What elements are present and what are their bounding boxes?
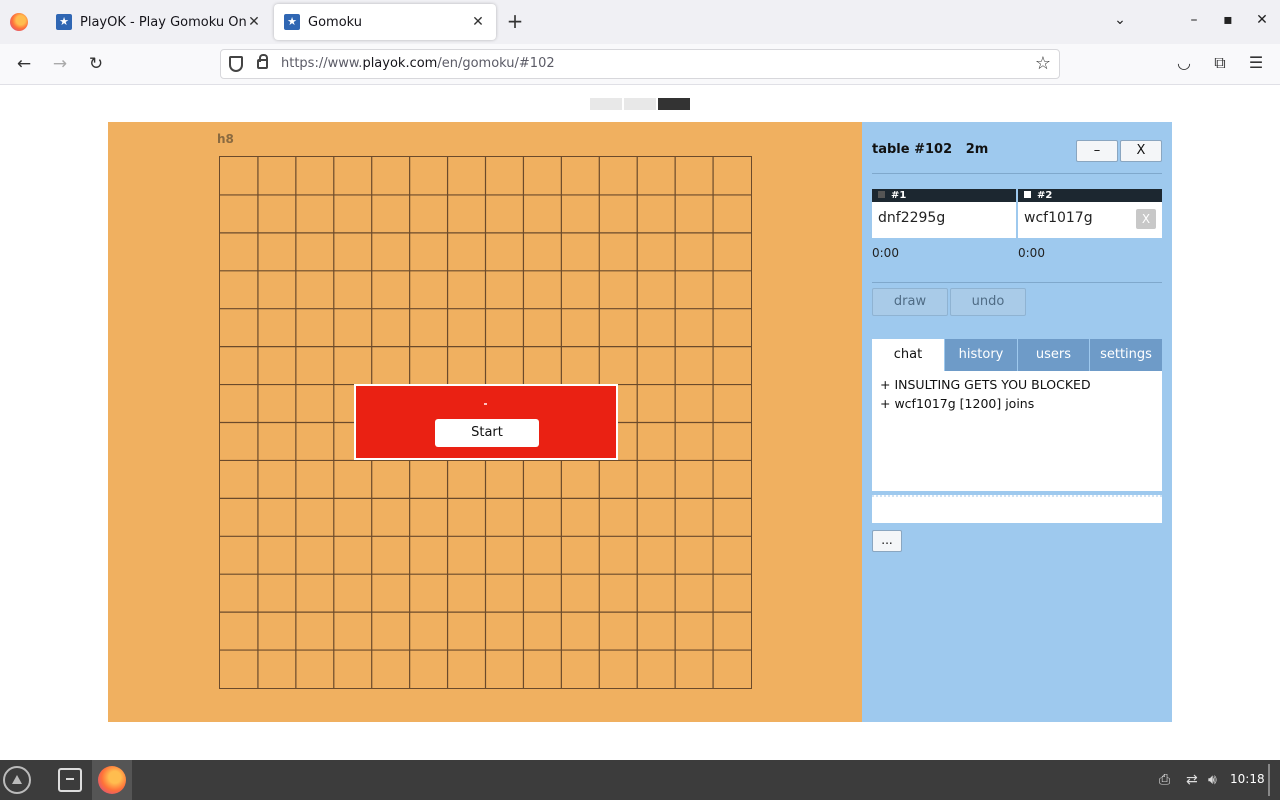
tab-settings[interactable]: settings xyxy=(1090,339,1162,371)
side-panel: table #102 2m – X #1 dnf2295g #2 wcf1017… xyxy=(862,122,1172,722)
dialog-dot xyxy=(484,403,487,405)
tab-users[interactable]: users xyxy=(1018,339,1089,371)
kick-player-button[interactable]: X xyxy=(1136,209,1156,229)
tab-title: PlayOK - Play Gomoku Online xyxy=(80,14,246,30)
gomoku-board-area: h8 Start xyxy=(108,122,862,722)
os-taskbar: ⎙ ⇄ 🔊︎ 10:18 xyxy=(0,760,1280,800)
draw-button[interactable]: draw xyxy=(872,288,948,316)
url-bar[interactable]: https://www.playok.com/en/gomoku/#102 ☆ xyxy=(220,49,1060,79)
player-1-clock: 0:00 xyxy=(872,246,899,260)
pocket-icon[interactable]: ◡ xyxy=(1173,53,1195,72)
black-stone-icon xyxy=(878,191,885,198)
url-domain: playok.com xyxy=(362,56,438,71)
white-stone-icon xyxy=(1024,191,1031,198)
firefox-icon xyxy=(98,766,126,794)
tab-history[interactable]: history xyxy=(945,339,1017,371)
mini-button-1[interactable] xyxy=(590,98,622,110)
tab-playok[interactable]: ★ PlayOK - Play Gomoku Online ✕ xyxy=(46,4,272,40)
url-prefix: https://www. xyxy=(281,56,363,71)
tab-gomoku[interactable]: ★ Gomoku ✕ xyxy=(274,4,496,40)
seat-number: #2 xyxy=(1037,190,1053,201)
player-seat-1[interactable]: #1 dnf2295g xyxy=(872,189,1016,238)
file-manager-icon[interactable] xyxy=(58,768,82,792)
taskbar-firefox-button[interactable] xyxy=(92,760,132,800)
firefox-icon[interactable] xyxy=(10,13,28,31)
close-icon[interactable]: ✕ xyxy=(470,14,486,30)
browser-tabbar: ★ PlayOK - Play Gomoku Online ✕ ★ Gomoku… xyxy=(0,0,1280,44)
tab-title: Gomoku xyxy=(308,14,363,30)
minimize-table-button[interactable]: – xyxy=(1076,140,1118,162)
back-arrow-icon[interactable]: ← xyxy=(13,53,35,75)
playok-favicon-icon: ★ xyxy=(56,14,72,30)
start-dialog: Start xyxy=(354,384,618,460)
seat-header: #2 xyxy=(1018,189,1162,202)
mini-button-2[interactable] xyxy=(624,98,656,110)
start-dialog-background: Start xyxy=(356,386,616,458)
player-seat-2[interactable]: #2 wcf1017g X xyxy=(1018,189,1162,238)
bookmark-star-icon[interactable]: ☆ xyxy=(1035,53,1051,74)
divider xyxy=(872,282,1162,283)
volume-icon[interactable]: 🔊︎ xyxy=(1208,772,1217,788)
tab-list-chevron-icon[interactable]: ⌄ xyxy=(1110,12,1130,28)
reload-icon[interactable]: ↻ xyxy=(85,53,107,75)
menu-hamburger-icon[interactable]: ☰ xyxy=(1245,53,1267,72)
player-2-clock: 0:00 xyxy=(1018,246,1045,260)
clock: 10:18 xyxy=(1230,772,1265,786)
cursor-coordinate: h8 xyxy=(217,132,234,146)
start-button[interactable]: Start xyxy=(435,419,539,447)
browser-navbar: ← → ↻ https://www.playok.com/en/gomoku/#… xyxy=(0,44,1280,85)
network-icon[interactable]: ⇄ xyxy=(1186,772,1198,788)
mini-button-3[interactable] xyxy=(658,98,690,110)
more-options-button[interactable]: ... xyxy=(872,530,902,552)
close-table-button[interactable]: X xyxy=(1120,140,1162,162)
url-path: /en/gomoku/#102 xyxy=(437,56,555,71)
close-icon[interactable]: ✕ xyxy=(246,14,262,30)
chat-log[interactable]: + INSULTING GETS YOU BLOCKED + wcf1017g … xyxy=(872,371,1162,491)
close-window-icon[interactable]: ✕ xyxy=(1252,12,1272,28)
chat-input[interactable] xyxy=(872,495,1162,523)
table-title: table #102 2m xyxy=(872,142,989,157)
divider xyxy=(872,173,1162,174)
forward-arrow-icon[interactable]: → xyxy=(49,53,71,75)
chat-line: + wcf1017g [1200] joins xyxy=(880,396,1035,411)
player-name: dnf2295g xyxy=(878,210,946,226)
new-tab-plus-icon[interactable]: + xyxy=(504,10,526,32)
printer-icon[interactable]: ⎙ xyxy=(1159,772,1170,788)
playok-favicon-icon: ★ xyxy=(284,14,300,30)
show-desktop-button[interactable] xyxy=(1268,764,1270,796)
shield-icon[interactable] xyxy=(229,56,243,72)
app-menu-icon[interactable] xyxy=(3,766,31,794)
seat-header: #1 xyxy=(872,189,1016,202)
undo-button[interactable]: undo xyxy=(950,288,1026,316)
minimize-window-icon[interactable]: – xyxy=(1184,12,1204,28)
chat-line: + INSULTING GETS YOU BLOCKED xyxy=(880,377,1091,392)
url-text[interactable]: https://www.playok.com/en/gomoku/#102 xyxy=(281,56,555,71)
lock-icon[interactable] xyxy=(257,54,268,69)
side-tabs: chat history users settings xyxy=(872,339,1162,371)
maximize-window-icon[interactable]: ▪ xyxy=(1218,12,1238,28)
tab-chat[interactable]: chat xyxy=(872,339,944,371)
extensions-icon[interactable]: ⧉ xyxy=(1209,53,1231,73)
seat-number: #1 xyxy=(891,190,907,201)
